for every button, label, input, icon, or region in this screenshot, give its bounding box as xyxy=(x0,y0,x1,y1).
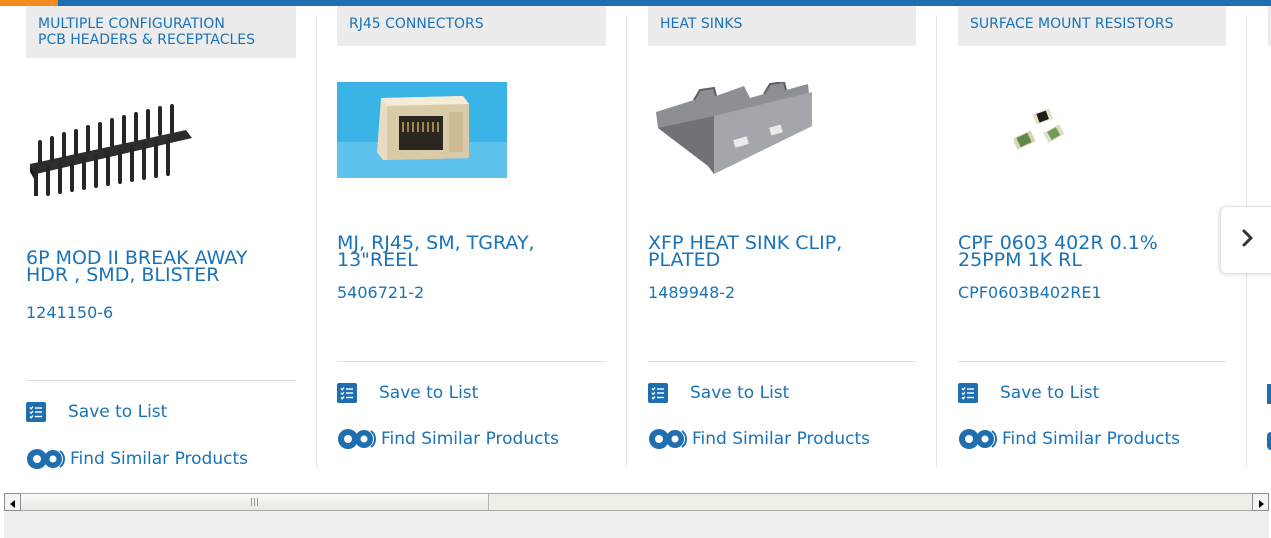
part-number-link[interactable]: 1241150-6 xyxy=(26,304,113,322)
part-number-link[interactable]: 1489948-2 xyxy=(648,284,735,302)
partial-card-gear-icon xyxy=(1267,432,1271,450)
product-card: MULTIPLE CONFIGURATION PCB HEADERS & REC… xyxy=(26,6,296,469)
scroll-right-button[interactable] xyxy=(1252,493,1269,511)
category-line: HEAT SINKS xyxy=(660,16,743,32)
card-divider xyxy=(958,361,1226,362)
find-similar-label: Find Similar Products xyxy=(692,429,870,449)
save-to-list-label: Save to List xyxy=(68,402,168,422)
save-to-list-label: Save to List xyxy=(379,383,479,403)
category-line: MULTIPLE CONFIGURATION xyxy=(38,16,225,32)
product-card: RJ45 CONNECTORS MJ, RJ45, SM, TGRAY, 13"… xyxy=(337,6,607,466)
save-to-list-button[interactable]: Save to List xyxy=(648,383,789,403)
category-tag[interactable]: SURFACE MOUNT RESISTORS xyxy=(958,6,1226,46)
card-divider xyxy=(337,361,606,362)
gears-icon xyxy=(648,426,692,452)
product-card: SURFACE MOUNT RESISTORS CPF 0603 402R 0. xyxy=(958,6,1228,466)
product-title-link[interactable]: XFP HEAT SINK CLIP, PLATED xyxy=(648,234,842,271)
save-to-list-label: Save to List xyxy=(1000,383,1100,403)
card-separator xyxy=(626,16,627,468)
product-carousel: MULTIPLE CONFIGURATION PCB HEADERS & REC… xyxy=(0,6,1271,488)
card-divider xyxy=(26,380,296,381)
category-tag[interactable]: MULTIPLE CONFIGURATION PCB HEADERS & REC… xyxy=(26,6,296,58)
category-line: RJ45 CONNECTORS xyxy=(349,16,484,32)
arrow-right-icon xyxy=(1257,493,1265,512)
pin-header-image[interactable] xyxy=(26,104,194,200)
product-card: HEAT SINKS XFP HEAT SINK CLIP, PLATED 14… xyxy=(648,6,918,466)
card-separator xyxy=(316,16,317,468)
checklist-icon xyxy=(958,383,978,403)
checklist-icon xyxy=(26,402,46,422)
save-to-list-button[interactable]: Save to List xyxy=(26,402,167,422)
arrow-left-icon xyxy=(9,493,17,512)
heat-sink-clip-image[interactable] xyxy=(654,80,814,182)
card-divider xyxy=(648,361,916,362)
product-title-line: HDR , SMD, BLISTER xyxy=(26,264,220,286)
gears-icon xyxy=(337,426,381,452)
horizontal-scrollbar[interactable] xyxy=(4,493,1269,511)
card-separator xyxy=(936,16,937,468)
gears-icon xyxy=(26,446,70,472)
gears-icon xyxy=(958,426,1002,452)
part-number-link[interactable]: CPF0603B402RE1 xyxy=(958,284,1102,302)
product-title-line: 25PPM 1K RL xyxy=(958,249,1082,271)
find-similar-label: Find Similar Products xyxy=(1002,429,1180,449)
category-tag[interactable]: HEAT SINKS xyxy=(648,6,916,46)
partial-card-list-icon xyxy=(1267,384,1271,404)
scrollbar-grip xyxy=(251,498,258,506)
footer-area xyxy=(4,511,1269,538)
find-similar-button[interactable]: Find Similar Products xyxy=(648,426,870,452)
find-similar-label: Find Similar Products xyxy=(381,429,559,449)
product-title-line: 13"REEL xyxy=(337,249,418,271)
checklist-icon xyxy=(337,383,357,403)
rj45-connector-image[interactable] xyxy=(337,82,507,182)
find-similar-button[interactable]: Find Similar Products xyxy=(958,426,1180,452)
save-to-list-button[interactable]: Save to List xyxy=(337,383,478,403)
category-tag[interactable]: RJ45 CONNECTORS xyxy=(337,6,606,46)
scroll-left-button[interactable] xyxy=(4,493,21,511)
category-line: PCB HEADERS & RECEPTACLES xyxy=(38,32,256,48)
find-similar-label: Find Similar Products xyxy=(70,449,248,469)
find-similar-button[interactable]: Find Similar Products xyxy=(26,446,248,472)
checklist-icon xyxy=(648,383,668,403)
product-title-link[interactable]: MJ, RJ45, SM, TGRAY, 13"REEL xyxy=(337,234,535,271)
product-title-link[interactable]: CPF 0603 402R 0.1% 25PPM 1K RL xyxy=(958,234,1158,271)
part-number-link[interactable]: 5406721-2 xyxy=(337,284,424,302)
scrollbar-thumb[interactable] xyxy=(21,494,489,510)
category-line: SURFACE MOUNT RESISTORS xyxy=(970,16,1174,32)
product-title-link[interactable]: 6P MOD II BREAK AWAY HDR , SMD, BLISTER xyxy=(26,249,247,286)
product-title-line: PLATED xyxy=(648,249,721,271)
save-to-list-label: Save to List xyxy=(690,383,790,403)
chevron-right-icon xyxy=(1241,228,1255,252)
find-similar-button[interactable]: Find Similar Products xyxy=(337,426,559,452)
smd-resistor-image[interactable] xyxy=(1012,104,1066,158)
carousel-next-button[interactable] xyxy=(1220,206,1271,274)
save-to-list-button[interactable]: Save to List xyxy=(958,383,1099,403)
